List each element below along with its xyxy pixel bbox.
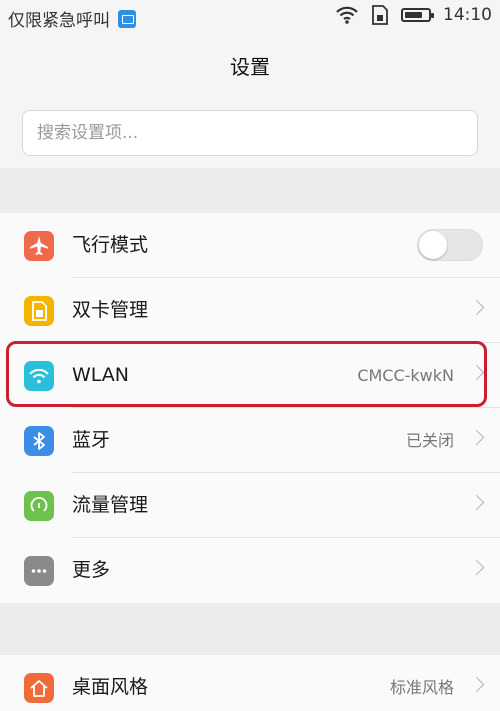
battery-icon <box>401 8 434 22</box>
setting-row-more[interactable]: 更多 <box>0 538 500 603</box>
setting-row-data-usage[interactable]: 流量管理 <box>0 473 500 538</box>
section-gap <box>0 603 500 655</box>
airplane-mode-toggle[interactable] <box>417 229 483 261</box>
page-title: 设置 <box>0 36 500 101</box>
chevron-right-icon <box>468 299 485 316</box>
setting-label: 双卡管理 <box>72 299 149 321</box>
clock: 14:10 <box>443 5 492 25</box>
setting-label: 桌面风格 <box>72 676 149 698</box>
setting-label: 飞行模式 <box>72 234 149 256</box>
setting-value: 已关闭 <box>405 431 454 450</box>
setting-row-dual-sim[interactable]: 双卡管理 <box>0 278 500 343</box>
setting-value: 标准风格 <box>389 678 454 697</box>
setting-row-home-style[interactable]: 桌面风格 标准风格 <box>0 655 500 711</box>
airplane-icon <box>24 231 54 261</box>
setting-row-airplane[interactable]: 飞行模式 <box>0 213 500 278</box>
setting-row-wlan[interactable]: WLAN CMCC-kwkN <box>0 343 500 408</box>
chevron-right-icon <box>468 676 485 693</box>
setting-label: 流量管理 <box>72 494 149 516</box>
status-right: 14:10 <box>335 5 492 25</box>
setting-value: CMCC-kwkN <box>357 366 454 385</box>
search-area <box>0 100 500 168</box>
chevron-right-icon <box>468 364 485 381</box>
setting-row-bluetooth[interactable]: 蓝牙 已关闭 <box>0 408 500 473</box>
home-icon <box>24 673 54 703</box>
sim-card-icon <box>372 5 388 25</box>
search-input[interactable] <box>22 110 478 156</box>
chevron-right-icon <box>468 559 485 576</box>
section-gap <box>0 168 500 213</box>
status-left: 仅限紧急呼叫 <box>8 6 136 31</box>
wifi-icon <box>24 361 54 391</box>
settings-group-network: 飞行模式 双卡管理 WLAN CMCC-kwkN 蓝牙 已关闭 流量管理 更多 <box>0 213 500 603</box>
chevron-right-icon <box>468 494 485 511</box>
wifi-icon <box>336 6 358 24</box>
chevron-right-icon <box>468 429 485 446</box>
setting-label: 更多 <box>72 559 111 581</box>
more-icon <box>24 556 54 586</box>
settings-group-display: 桌面风格 标准风格 <box>0 655 500 711</box>
carrier-text: 仅限紧急呼叫 <box>8 11 110 31</box>
sim-card-icon <box>24 296 54 326</box>
data-usage-icon <box>24 491 54 521</box>
bluetooth-icon <box>24 426 54 456</box>
setting-label: 蓝牙 <box>72 429 111 451</box>
status-bar: 仅限紧急呼叫 14:10 <box>0 0 500 36</box>
image-notification-icon <box>118 9 136 28</box>
setting-label: WLAN <box>72 364 130 386</box>
toggle-knob <box>419 231 447 259</box>
